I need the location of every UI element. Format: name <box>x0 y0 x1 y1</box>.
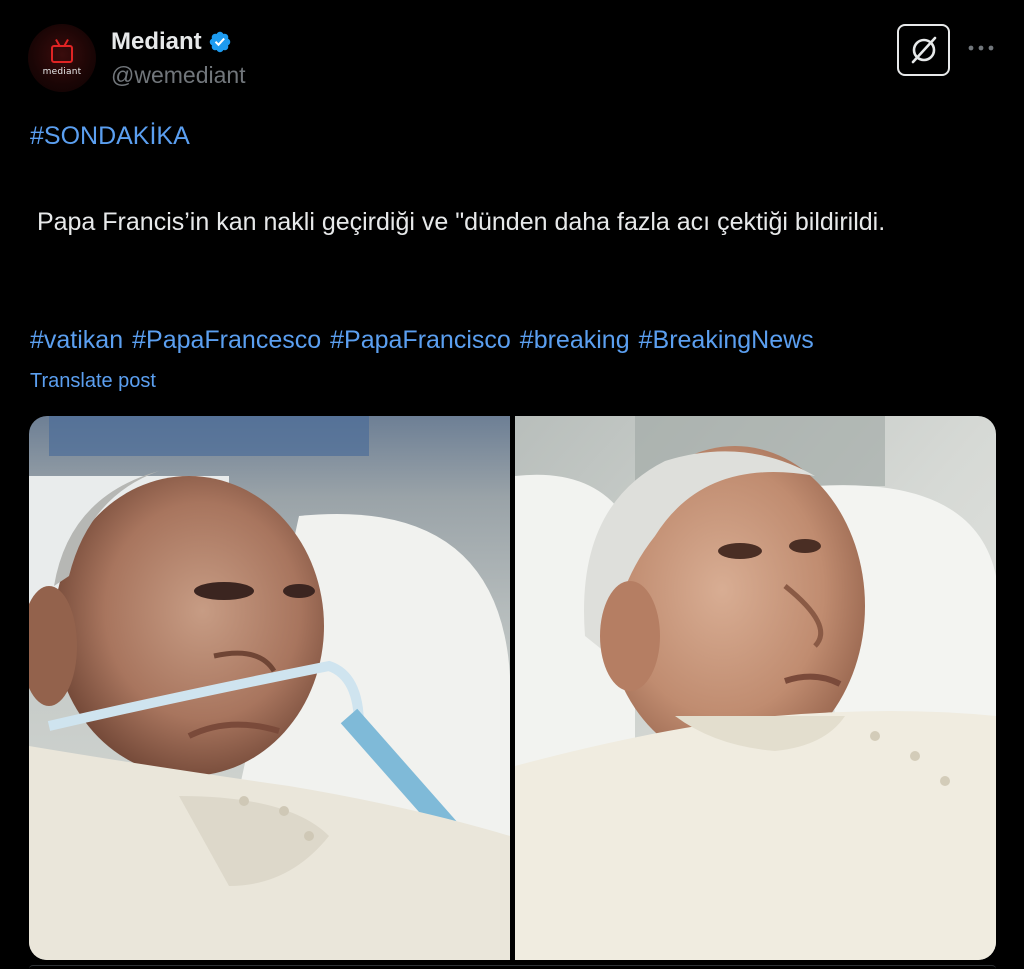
more-options-icon <box>968 45 994 51</box>
avatar-brand-text: mediant <box>42 67 82 77</box>
hashtag-sondakika[interactable]: #SONDAKİKA <box>30 122 190 151</box>
post-text: Papa Francis’in kan nakli geçirdiği ve "… <box>30 208 886 236</box>
hashtag-link[interactable]: #PapaFrancisco <box>330 326 511 355</box>
post-image-1[interactable] <box>29 416 510 960</box>
verified-badge-icon <box>208 30 232 54</box>
author-name-row: Mediant <box>111 28 232 56</box>
media-grid <box>29 416 996 960</box>
hashtag-link[interactable]: #vatikan <box>30 326 123 355</box>
author-avatar[interactable]: mediant <box>28 24 96 92</box>
tv-logo-icon <box>51 45 73 63</box>
more-options-button[interactable] <box>966 36 996 60</box>
tweet: mediant Mediant @wemediant #SONDAKİKA Pa… <box>0 0 1024 969</box>
hashtag-link[interactable]: #breaking <box>520 326 630 355</box>
next-card-edge <box>29 965 996 969</box>
author-handle[interactable]: @wemediant <box>111 62 246 89</box>
hashtag-link[interactable]: #PapaFrancesco <box>132 326 321 355</box>
translate-post-link[interactable]: Translate post <box>30 370 156 393</box>
author-display-name[interactable]: Mediant <box>111 28 202 56</box>
post-image-2[interactable] <box>515 416 996 960</box>
grok-icon <box>911 36 936 64</box>
hashtag-link[interactable]: #BreakingNews <box>639 326 814 355</box>
hashtag-list: #vatikan #PapaFrancesco #PapaFrancisco #… <box>30 326 814 355</box>
grok-button[interactable] <box>897 24 950 76</box>
